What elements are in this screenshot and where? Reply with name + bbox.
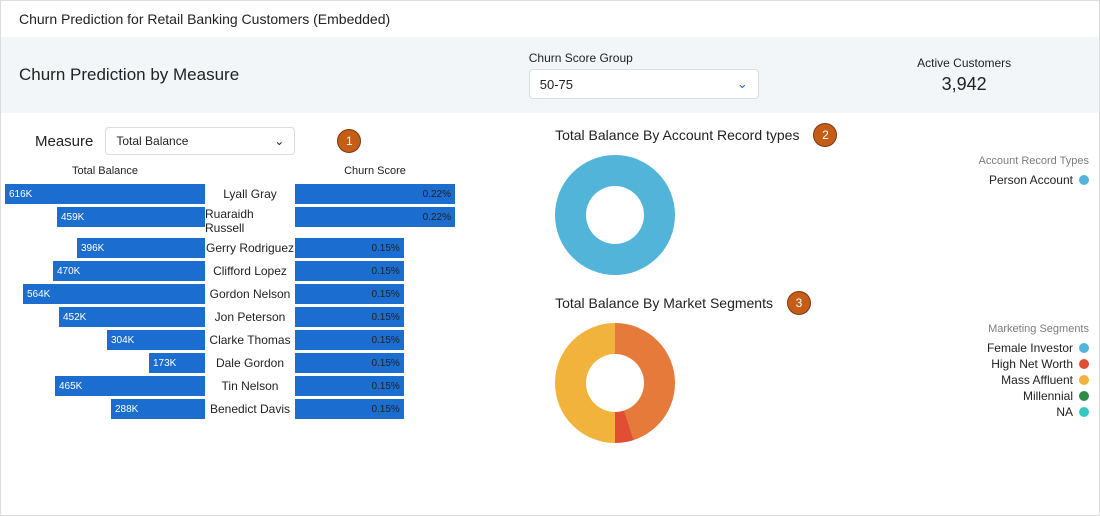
row-name: Clifford Lopez <box>205 261 295 281</box>
churn-bar: 0.15% <box>295 399 404 419</box>
active-customers-label: Active Customers <box>847 56 1081 70</box>
churn-bar: 0.15% <box>295 238 404 258</box>
row-name: Lyall Gray <box>205 184 295 204</box>
balance-bar: 470K <box>53 261 205 281</box>
measure-value: Total Balance <box>116 134 188 148</box>
legend-swatch <box>1079 407 1089 417</box>
churn-group-value: 50-75 <box>540 77 573 92</box>
legend-item: Millennial <box>889 389 1089 403</box>
balance-bar: 396K <box>77 238 205 258</box>
churn-bar: 0.22% <box>295 207 455 227</box>
donut-account-types <box>555 155 675 275</box>
page-title: Churn Prediction for Retail Banking Cust… <box>1 1 1099 37</box>
row-name: Benedict Davis <box>205 399 295 419</box>
legend-swatch <box>1079 375 1089 385</box>
balance-bar: 288K <box>111 399 205 419</box>
churn-bar: 0.22% <box>295 184 455 204</box>
chart1-title: Total Balance By Account Record types <box>555 127 799 143</box>
balance-bar: 304K <box>107 330 205 350</box>
measure-select[interactable]: Total Balance ⌄ <box>105 127 295 155</box>
chart-account-types: Total Balance By Account Record types 2 … <box>555 123 1089 275</box>
row-name: Tin Nelson <box>205 376 295 396</box>
legend-swatch <box>1079 175 1089 185</box>
row-name: Dale Gordon <box>205 353 295 373</box>
balance-bar: 616K <box>5 184 205 204</box>
balance-bar: 564K <box>23 284 205 304</box>
row-name: Jon Peterson <box>205 307 295 327</box>
churn-group-select[interactable]: 50-75 ⌄ <box>529 69 759 99</box>
legend-item: Person Account <box>889 173 1089 187</box>
callout-3: 3 <box>787 291 811 315</box>
chevron-down-icon: ⌄ <box>737 76 748 92</box>
legend-swatch <box>1079 359 1089 369</box>
header-bar: Churn Prediction by Measure Churn Score … <box>1 37 1099 113</box>
balance-bar: 465K <box>55 376 205 396</box>
row-name: Gerry Rodriguez <box>205 238 295 258</box>
chevron-down-icon: ⌄ <box>274 134 284 148</box>
legend-item: Mass Affluent <box>889 373 1089 387</box>
measure-label: Measure <box>35 133 93 150</box>
legend-item: Female Investor <box>889 341 1089 355</box>
churn-bar: 0.15% <box>295 330 404 350</box>
callout-1: 1 <box>337 129 361 153</box>
col-header-churn: Churn Score <box>295 165 455 181</box>
donut-market-segments <box>555 323 675 443</box>
churn-bar: 0.15% <box>295 376 404 396</box>
legend1-title: Account Record Types <box>889 155 1089 167</box>
churn-group-label: Churn Score Group <box>529 51 848 65</box>
legend-item: High Net Worth <box>889 357 1089 371</box>
legend2-title: Marketing Segments <box>889 323 1089 335</box>
churn-bar: 0.15% <box>295 284 404 304</box>
legend-swatch <box>1079 343 1089 353</box>
chart2-title: Total Balance By Market Segments <box>555 295 773 311</box>
chart-market-segments: Total Balance By Market Segments 3 Marke… <box>555 291 1089 443</box>
churn-bar: 0.15% <box>295 261 404 281</box>
bar-table: Total Balance Churn Score 616KLyall Gray… <box>5 165 495 419</box>
legend-item: NA <box>889 405 1089 419</box>
section-title: Churn Prediction by Measure <box>19 65 529 85</box>
balance-bar: 459K <box>57 207 205 227</box>
churn-bar: 0.15% <box>295 353 404 373</box>
row-name: Gordon Nelson <box>205 284 295 304</box>
row-name: Clarke Thomas <box>205 330 295 350</box>
churn-bar: 0.15% <box>295 307 404 327</box>
balance-bar: 173K <box>149 353 205 373</box>
row-name: Ruaraidh Russell <box>205 207 295 235</box>
col-header-balance: Total Balance <box>5 165 205 181</box>
legend-swatch <box>1079 391 1089 401</box>
callout-2: 2 <box>813 123 837 147</box>
active-customers-value: 3,942 <box>847 74 1081 95</box>
balance-bar: 452K <box>59 307 205 327</box>
